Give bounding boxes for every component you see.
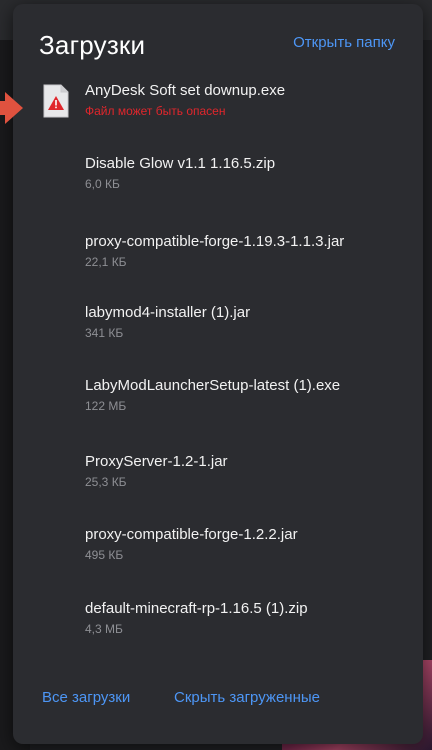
download-item-2[interactable]: Disable Glow v1.1 1.16.5.zip 6,0 КБ [85, 155, 405, 191]
download-name: ProxyServer-1.2-1.jar [85, 453, 228, 470]
download-size: 122 МБ [85, 399, 127, 413]
download-name: labymod4-installer (1).jar [85, 304, 251, 321]
download-size: 341 КБ [85, 326, 124, 340]
panel-title: Загрузки [39, 30, 146, 60]
download-name: default-minecraft-rp-1.16.5 (1).zip [85, 600, 308, 617]
download-name: Disable Glow v1.1 1.16.5.zip [85, 155, 276, 172]
download-size: 4,3 МБ [85, 622, 123, 636]
download-name: LabyModLauncherSetup-latest (1).exe [85, 377, 341, 394]
download-item-4[interactable]: labymod4-installer (1).jar 341 КБ [85, 304, 405, 340]
download-name: AnyDesk Soft set downup.exe [85, 82, 286, 99]
download-item-7[interactable]: proxy-compatible-forge-1.2.2.jar 495 КБ [85, 526, 405, 562]
download-size: 6,0 КБ [85, 177, 120, 191]
download-name: proxy-compatible-forge-1.19.3-1.1.3.jar [85, 233, 345, 250]
all-downloads-link[interactable]: Все загрузки [42, 689, 130, 706]
file-warning-icon [43, 84, 69, 118]
hide-downloaded-link[interactable]: Скрыть загруженные [174, 689, 320, 706]
downloads-panel: Загрузки Открыть папку AnyDesk Soft set … [13, 4, 423, 744]
download-item-1[interactable]: AnyDesk Soft set downup.exe Файл может б… [85, 82, 405, 118]
download-warning-text: Файл может быть опасен [85, 104, 226, 118]
download-size: 22,1 КБ [85, 255, 127, 269]
download-item-6[interactable]: ProxyServer-1.2-1.jar 25,3 КБ [85, 453, 405, 489]
download-size: 25,3 КБ [85, 475, 127, 489]
open-folder-link[interactable]: Открыть папку [293, 34, 395, 51]
arrow-right-icon [0, 92, 23, 124]
download-item-5[interactable]: LabyModLauncherSetup-latest (1).exe 122 … [85, 377, 405, 413]
download-size: 495 КБ [85, 548, 124, 562]
download-item-3[interactable]: proxy-compatible-forge-1.19.3-1.1.3.jar … [85, 233, 405, 269]
download-name: proxy-compatible-forge-1.2.2.jar [85, 526, 298, 543]
download-item-8[interactable]: default-minecraft-rp-1.16.5 (1).zip 4,3 … [85, 600, 405, 636]
